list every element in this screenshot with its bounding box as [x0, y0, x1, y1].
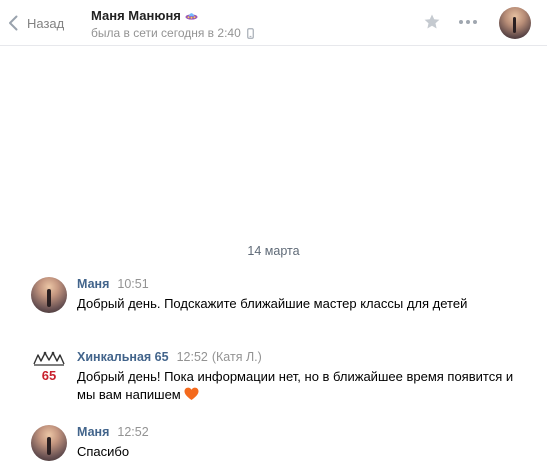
peer-info[interactable]: Маня Манюня была в сети сегодня в 2:40: [91, 7, 254, 40]
peer-status: была в сети сегодня в 2:40: [91, 26, 241, 40]
avatar[interactable]: [31, 425, 67, 461]
message-text: Добрый день! Пока информации нет, но в б…: [77, 369, 514, 402]
chat-header: Назад Маня Манюня была в сети сегодня в …: [0, 0, 547, 46]
more-icon[interactable]: [459, 20, 477, 24]
message-text: Добрый день. Подскажите ближайшие мастер…: [77, 296, 468, 311]
message-time[interactable]: 10:51: [117, 277, 148, 291]
more-dot: [459, 20, 463, 24]
peer-name[interactable]: Маня Манюня: [91, 8, 181, 23]
back-label: Назад: [27, 15, 65, 31]
message-author[interactable]: Маня: [77, 277, 109, 291]
message-text-container: Добрый день! Пока информации нет, но в б…: [77, 368, 517, 404]
logo-emblem-icon: [33, 351, 65, 366]
message-time[interactable]: 12:52: [117, 425, 148, 439]
chevron-left-icon: [9, 15, 18, 31]
more-dot: [473, 20, 477, 24]
ufo-emoji-icon: [185, 12, 198, 20]
peer-avatar[interactable]: [499, 7, 531, 39]
mobile-phone-icon: [246, 27, 254, 39]
logo-number: 65: [41, 368, 57, 383]
message-signer: (Катя Л.): [211, 350, 262, 364]
date-separator: 14 марта: [247, 244, 300, 258]
more-dot: [466, 20, 470, 24]
back-button[interactable]: Назад: [8, 13, 64, 33]
orange-heart-emoji-icon: [184, 387, 199, 400]
community-logo-avatar[interactable]: 65: [31, 350, 67, 386]
avatar[interactable]: [31, 277, 67, 313]
message-text: Спасибо: [77, 444, 130, 459]
star-icon[interactable]: [423, 13, 441, 31]
message-author[interactable]: Хинкальная 65: [77, 350, 169, 364]
message-author[interactable]: Маня: [77, 425, 109, 439]
message-time[interactable]: 12:52: [177, 350, 208, 364]
